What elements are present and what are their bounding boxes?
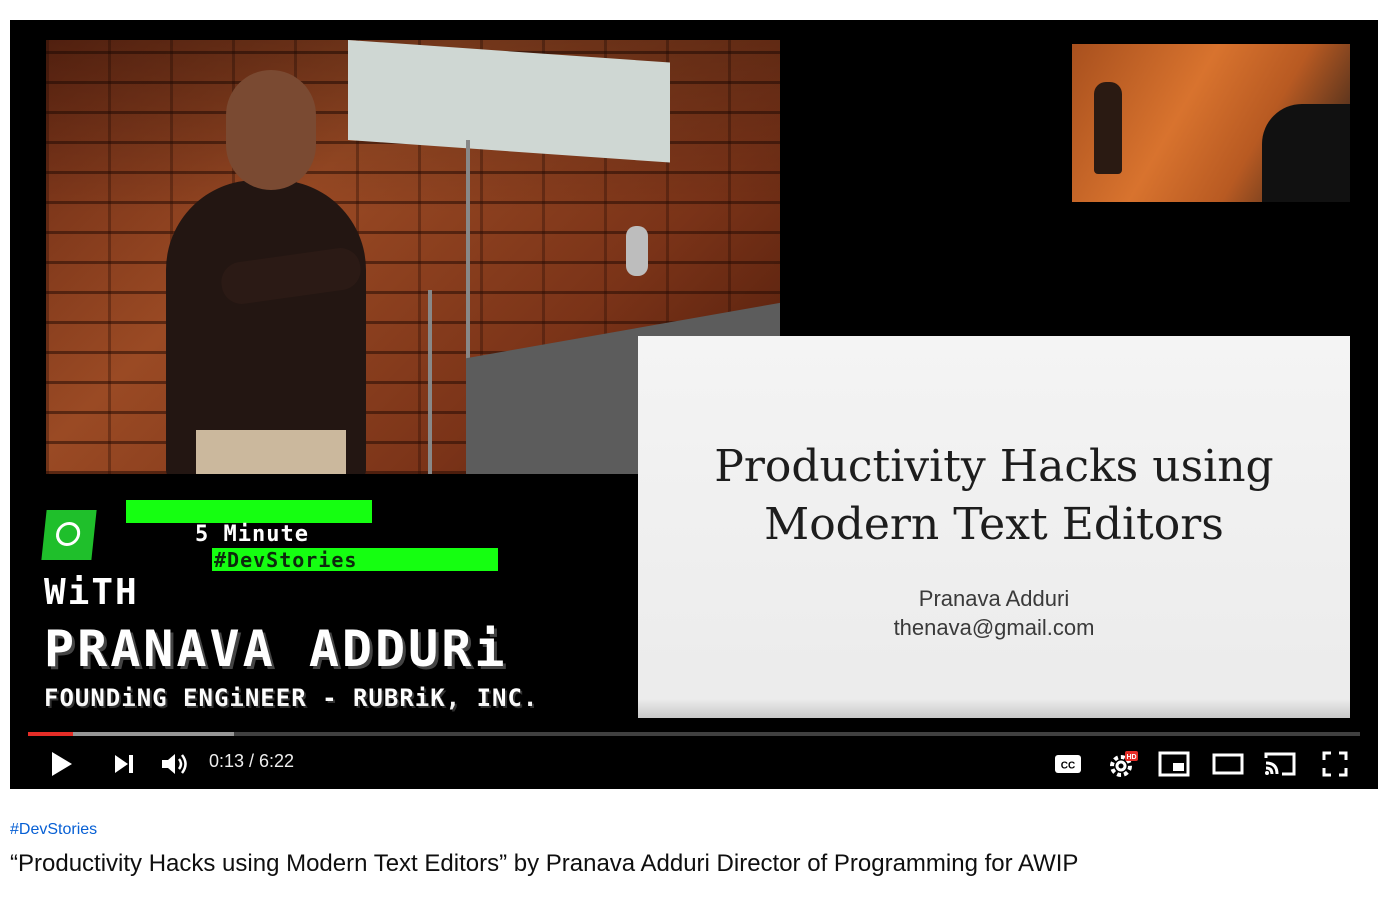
devstories-logo — [41, 510, 97, 560]
progress-played — [28, 732, 74, 736]
overlay-speaker-name: PRANAVA ADDURi — [44, 620, 508, 678]
next-icon — [115, 755, 133, 773]
clock-icon — [54, 522, 82, 546]
volume-icon — [162, 754, 187, 774]
overlay-devstories: #DevStories — [214, 548, 358, 572]
slide-title: Productivity Hacks using Modern Text Edi… — [714, 441, 1274, 550]
microphone — [626, 226, 648, 276]
theater-mode-button[interactable] — [1210, 748, 1246, 780]
cast-icon — [1264, 752, 1296, 776]
speaker-head — [226, 70, 316, 190]
miniplayer-icon — [1158, 751, 1190, 777]
play-button[interactable] — [46, 748, 78, 780]
slide-author: Pranava Adduri — [918, 586, 1070, 611]
overlay-with: WiTH — [44, 572, 139, 613]
fullscreen-icon — [1322, 751, 1348, 777]
video-player[interactable]: Productivity Hacks using Modern Text Edi… — [10, 20, 1378, 789]
play-icon — [52, 752, 72, 776]
svg-text:HD: HD — [1126, 754, 1136, 761]
pip-shadow — [1262, 104, 1350, 202]
theater-mode-icon — [1212, 753, 1244, 775]
overlay-five-minute: 5 Minute — [195, 522, 309, 547]
speaker-pants — [196, 430, 346, 474]
pip-footage — [1072, 44, 1350, 202]
cast-button[interactable] — [1262, 748, 1298, 780]
next-button[interactable] — [108, 748, 140, 780]
captions-button[interactable]: CC — [1052, 748, 1084, 780]
green-bar-top — [126, 500, 372, 523]
video-hashtag-link[interactable]: #DevStories — [10, 821, 97, 839]
captions-icon: CC — [1055, 755, 1081, 773]
video-title: “Productivity Hacks using Modern Text Ed… — [10, 850, 1079, 877]
fullscreen-button[interactable] — [1318, 748, 1352, 780]
pole — [428, 290, 432, 474]
volume-button[interactable] — [158, 748, 192, 780]
pip-speaker — [1094, 82, 1122, 174]
presentation-slide: Productivity Hacks using Modern Text Edi… — [638, 336, 1350, 718]
settings-button[interactable]: HD — [1106, 748, 1140, 780]
svg-text:CC: CC — [1061, 761, 1075, 772]
settings-hd-icon: HD — [1110, 751, 1138, 777]
projector-screen — [348, 40, 670, 163]
progress-bar[interactable] — [28, 732, 1360, 736]
slide-email: thenava@gmail.com — [893, 615, 1095, 640]
time-display: 0:13 / 6:22 — [209, 751, 295, 771]
miniplayer-button[interactable] — [1156, 748, 1192, 780]
